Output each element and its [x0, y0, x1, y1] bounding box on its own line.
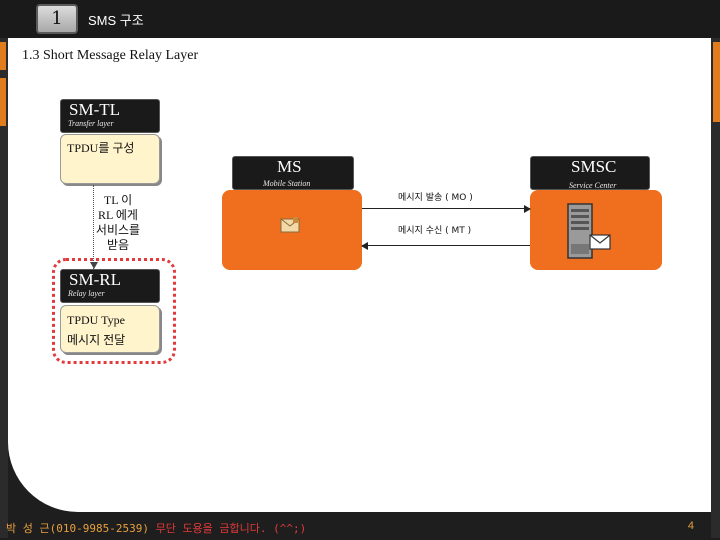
footer-copyright: 박 성 근(010-9985-2539) 무단 도용을 금합니다. (^^;): [6, 520, 306, 536]
mo-label: 메시지 발송 ( MO ): [398, 193, 473, 203]
left-decor-tick: [0, 42, 6, 70]
tpdu-compose-box: TPDU를 구성: [60, 134, 160, 184]
mo-arrow: [362, 205, 531, 213]
server-icon: [567, 203, 611, 259]
sm-rl-subtitle: Relay layer: [68, 289, 105, 298]
chapter-number-badge: 1: [36, 4, 78, 34]
smsc-label-box: SMSC Service Center: [530, 156, 650, 190]
tl-to-rl-connector: [93, 185, 94, 269]
right-decor-tick: [713, 42, 720, 70]
sm-tl-title: SM-TL: [69, 100, 120, 119]
phone-message-icon: [280, 217, 300, 233]
sm-rl-title: SM-RL: [69, 270, 121, 289]
right-decor-strip: [711, 38, 720, 538]
ms-subtitle: Mobile Station: [263, 179, 311, 188]
mo-arrowhead: [524, 205, 531, 213]
right-decor-tick: [713, 68, 720, 96]
sm-tl-box: SM-TL Transfer layer: [60, 99, 160, 133]
chapter-title: SMS 구조: [88, 13, 144, 28]
ms-label-box: MS Mobile Station: [232, 156, 354, 190]
footer-notice: 무단 도용을 금합니다. (^^;): [148, 522, 307, 535]
left-decor-strip: [0, 38, 8, 538]
right-decor-tick: [713, 94, 720, 122]
smsc-title: SMSC: [571, 157, 617, 176]
ms-title: MS: [277, 157, 302, 176]
top-bar: 1 SMS 구조: [0, 0, 720, 38]
tpdu-type-box: TPDU Type 메시지 전달: [60, 305, 160, 353]
sm-tl-subtitle: Transfer layer: [68, 119, 114, 128]
mt-arrowhead: [361, 242, 368, 250]
sm-rl-box: SM-RL Relay layer: [60, 269, 160, 303]
section-title: 1.3 Short Message Relay Layer: [22, 48, 199, 63]
footer-author: 박 성 근(010-9985-2539): [6, 522, 149, 535]
page-number: 4: [687, 520, 694, 532]
left-decor-tick: [0, 98, 6, 126]
tpdu-type-label: TPDU Type: [67, 313, 125, 327]
mt-label: 메시지 수신 ( MT ): [398, 226, 472, 236]
message-delivery-label: 메시지 전달: [67, 333, 126, 347]
mt-arrow: [361, 242, 530, 250]
smsc-subtitle: Service Center: [569, 181, 617, 190]
tl-service-note: TL 이 RL 에게 서비스를 받음: [95, 193, 141, 252]
